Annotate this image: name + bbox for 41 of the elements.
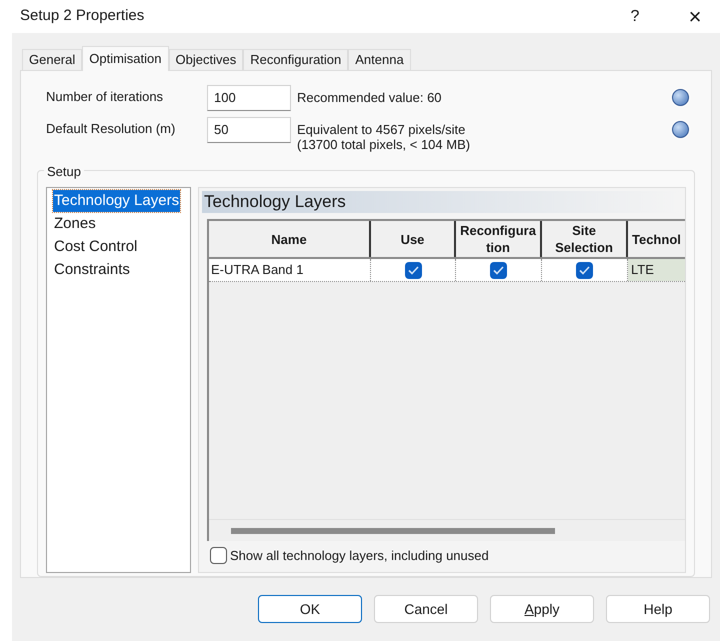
column-header[interactable]: Name [209,221,371,257]
field-label: Default Resolution (m) [45,120,176,138]
input-field[interactable]: 100 [207,85,291,111]
list-item[interactable]: Constraints [53,258,131,281]
hint-text: (13700 total pixels, < 104 MB) [297,137,472,152]
checkmark-icon [408,266,418,274]
window-title: Setup 2 Properties [20,6,146,26]
hint-text: Recommended value: 60 [297,90,443,105]
tab[interactable]: Antenna [348,49,411,70]
tab[interactable]: Optimisation [82,46,168,71]
tab[interactable]: Reconfiguration [243,49,348,70]
checkbox[interactable] [210,547,227,564]
dialog-button[interactable]: OK [258,595,362,623]
dialog-button[interactable]: Cancel [374,595,478,623]
list-item[interactable]: Technology Layers [53,190,180,212]
close-button[interactable]: × [675,0,715,33]
column-header[interactable]: Reconfigura tion [456,221,542,257]
checkbox[interactable] [404,262,422,278]
dialog-button[interactable]: Help [606,595,710,623]
table-cell: E-UTRA Band 1 [209,259,371,281]
checkbox[interactable] [490,262,507,278]
list-item[interactable]: Zones [53,212,97,235]
scrollbar-thumb[interactable] [231,528,555,534]
checkbox-label: Show all technology layers, including unused [230,547,489,565]
help-button[interactable]: ? [615,4,655,28]
hint-text: Equivalent to 4567 pixels/site [297,122,466,137]
column-header[interactable]: Technol [628,221,685,257]
list-item[interactable]: Cost Control [53,235,138,258]
input-field[interactable]: 50 [207,117,291,143]
column-header[interactable]: Site Selection [542,221,628,257]
table-cell: LTE [628,259,685,281]
help-icon[interactable] [672,121,689,138]
field-label: Number of iterations [45,88,164,106]
checkmark-icon [493,266,504,274]
checkbox[interactable] [576,262,593,278]
checkmark-icon [579,266,590,274]
dialog-button[interactable]: Apply [490,595,594,623]
tab[interactable]: General [22,49,82,70]
tab[interactable]: Objectives [168,49,244,70]
help-icon[interactable] [672,89,689,106]
column-header[interactable]: Use [371,221,456,257]
